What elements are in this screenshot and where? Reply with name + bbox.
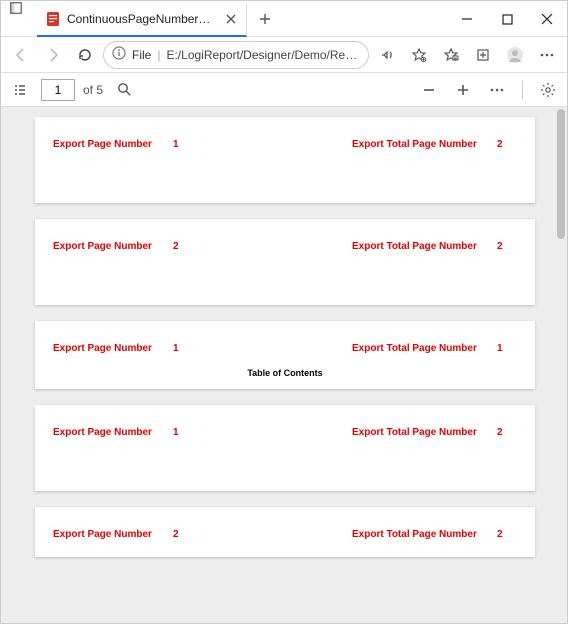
- zoom-in-button[interactable]: [450, 77, 476, 103]
- close-window-button[interactable]: [527, 1, 567, 37]
- zoom-out-button[interactable]: [416, 77, 442, 103]
- vertical-scrollbar[interactable]: [555, 107, 567, 623]
- page-count-label: of 5: [83, 83, 103, 97]
- export-total-page-number-label: Export Total Page Number: [352, 427, 497, 438]
- toolbar-divider: [522, 81, 523, 99]
- page-number-input[interactable]: [41, 79, 75, 101]
- export-total-page-number-value: 2: [497, 529, 517, 540]
- pdf-icon: [45, 11, 61, 27]
- page-header-row: Export Page Number 2 Export Total Page N…: [53, 241, 517, 252]
- export-page-number-value: 1: [173, 343, 243, 354]
- collections-icon[interactable]: [469, 41, 497, 69]
- export-total-page-number-label: Export Total Page Number: [352, 343, 497, 354]
- url-input[interactable]: File | E:/LogiReport/Designer/Demo/Repor…: [103, 41, 369, 69]
- profile-icon[interactable]: [501, 41, 529, 69]
- add-favorite-icon[interactable]: [405, 41, 433, 69]
- export-total-page-number-label: Export Total Page Number: [352, 241, 497, 252]
- export-page-number-label: Export Page Number: [53, 529, 173, 540]
- tab-actions-icon[interactable]: [1, 1, 31, 15]
- settings-icon[interactable]: [535, 77, 561, 103]
- export-page-number-value: 1: [173, 139, 243, 150]
- browser-address-bar: File | E:/LogiReport/Designer/Demo/Repor…: [1, 37, 567, 73]
- addrbar-right-icons: [373, 41, 561, 69]
- browser-titlebar: ContinuousPageNumberWithTO: [1, 1, 567, 37]
- new-tab-button[interactable]: [251, 5, 279, 33]
- pdf-viewport: Export Page Number 1 Export Total Page N…: [1, 107, 567, 623]
- url-text: E:/LogiReport/Designer/Demo/Reports/Tuto…: [166, 48, 360, 62]
- minimize-button[interactable]: [447, 1, 487, 37]
- more-icon[interactable]: [533, 41, 561, 69]
- contents-icon[interactable]: [7, 77, 33, 103]
- pdf-page: Export Page Number 2 Export Total Page N…: [35, 219, 535, 305]
- export-page-number-label: Export Page Number: [53, 139, 173, 150]
- export-page-number-label: Export Page Number: [53, 343, 173, 354]
- pdf-scroll-area[interactable]: Export Page Number 1 Export Total Page N…: [1, 107, 555, 623]
- refresh-button[interactable]: [71, 41, 99, 69]
- export-page-number-label: Export Page Number: [53, 241, 173, 252]
- export-page-number-value: 2: [173, 241, 243, 252]
- export-total-page-number-value: 2: [497, 139, 517, 150]
- back-button[interactable]: [7, 41, 35, 69]
- pdf-toolbar: of 5: [1, 73, 567, 107]
- close-icon[interactable]: [224, 12, 238, 26]
- page-header-row: Export Page Number 1 Export Total Page N…: [53, 139, 517, 150]
- scrollbar-thumb[interactable]: [557, 109, 565, 239]
- pdf-page: Export Page Number 1 Export Total Page N…: [35, 405, 535, 491]
- export-page-number-value: 2: [173, 529, 243, 540]
- page-header-row: Export Page Number 1 Export Total Page N…: [53, 343, 517, 354]
- read-aloud-icon[interactable]: [373, 41, 401, 69]
- file-label: File: [132, 48, 151, 62]
- export-total-page-number-value: 2: [497, 241, 517, 252]
- export-page-number-value: 1: [173, 427, 243, 438]
- export-page-number-label: Export Page Number: [53, 427, 173, 438]
- forward-button[interactable]: [39, 41, 67, 69]
- pdf-more-icon[interactable]: [484, 77, 510, 103]
- table-of-contents-label: Table of Contents: [53, 368, 517, 378]
- page-header-row: Export Page Number 2 Export Total Page N…: [53, 529, 517, 540]
- window-controls: [447, 1, 567, 37]
- url-divider: |: [157, 48, 160, 62]
- pdf-page: Export Page Number 1 Export Total Page N…: [35, 321, 535, 389]
- favorites-icon[interactable]: [437, 41, 465, 69]
- browser-tab[interactable]: ContinuousPageNumberWithTO: [37, 3, 247, 37]
- pdf-page: Export Page Number 2 Export Total Page N…: [35, 507, 535, 557]
- tab-title: ContinuousPageNumberWithTO: [67, 12, 218, 26]
- export-total-page-number-label: Export Total Page Number: [352, 529, 497, 540]
- search-icon[interactable]: [111, 77, 137, 103]
- info-icon: [112, 46, 126, 63]
- maximize-button[interactable]: [487, 1, 527, 37]
- export-total-page-number-value: 1: [497, 343, 517, 354]
- export-total-page-number-label: Export Total Page Number: [352, 139, 497, 150]
- export-total-page-number-value: 2: [497, 427, 517, 438]
- pdf-page: Export Page Number 1 Export Total Page N…: [35, 117, 535, 203]
- page-header-row: Export Page Number 1 Export Total Page N…: [53, 427, 517, 438]
